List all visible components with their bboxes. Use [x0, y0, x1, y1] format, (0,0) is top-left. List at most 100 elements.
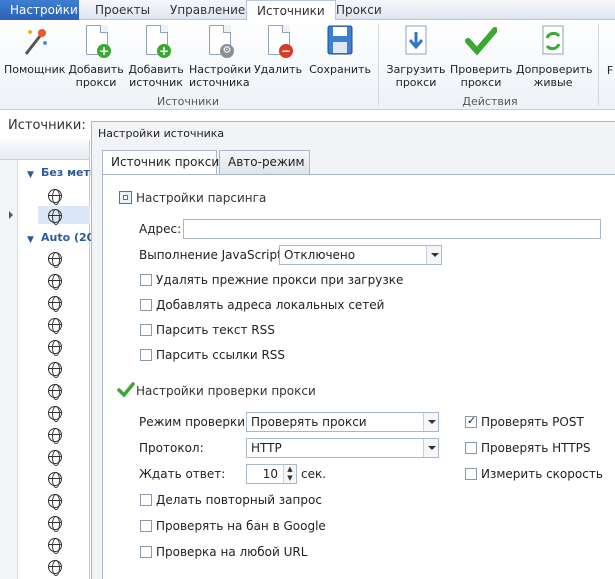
source-settings-dialog: Настройки источника Источник прокси Авто… — [91, 121, 615, 579]
check-https-checkbox[interactable] — [465, 442, 477, 454]
menu-bar: Настройки Проекты Управление Источники П… — [0, 0, 615, 21]
source-settings-button[interactable]: ⚙ Настройки источника — [189, 24, 251, 89]
globe-icon[interactable] — [48, 340, 62, 356]
tab-projects[interactable]: Проекты — [85, 0, 160, 20]
check-mode-value: Проверять прокси — [251, 415, 367, 429]
globe-icon[interactable] — [48, 252, 62, 268]
protocol-label: Протокол: — [139, 441, 204, 455]
ribbon: Помощник + Добавить прокси + Добавить ис… — [0, 20, 615, 110]
google-ban-checkbox[interactable] — [140, 520, 152, 532]
globe-icon[interactable] — [48, 209, 62, 225]
add-source-button[interactable]: + Добавить источник — [128, 24, 184, 89]
add-local-addresses-checkbox[interactable] — [140, 299, 152, 311]
javascript-select[interactable]: Отключено — [279, 245, 442, 265]
globe-icon[interactable] — [48, 274, 62, 290]
download-proxy-button[interactable]: Загрузить прокси — [385, 24, 447, 89]
wizard-button[interactable]: Помощник — [4, 24, 66, 76]
globe-icon[interactable] — [48, 538, 62, 554]
actions-group-label: Действия — [462, 95, 518, 108]
ribbon-separator — [598, 24, 599, 106]
check-post-label: Проверять POST — [481, 415, 584, 429]
tab-auto-mode[interactable]: Авто-режим — [219, 150, 310, 174]
address-input[interactable] — [183, 219, 601, 239]
parse-rss-text-checkbox[interactable] — [140, 324, 152, 336]
check-post-checkbox[interactable] — [465, 414, 477, 428]
ribbon-separator — [378, 24, 379, 106]
parse-rss-links-checkbox[interactable] — [140, 349, 152, 361]
any-url-checkbox[interactable] — [140, 546, 152, 558]
save-button[interactable]: Сохранить — [309, 24, 371, 76]
any-url-label: Проверка на любой URL — [156, 545, 308, 559]
checking-section-title: Настройки проверки прокси — [136, 384, 316, 398]
globe-icon[interactable] — [48, 406, 62, 422]
chevron-down-icon[interactable] — [423, 413, 438, 431]
check-icon — [465, 24, 498, 60]
globe-icon[interactable] — [48, 318, 62, 334]
recheck-alive-button[interactable]: Допроверить живые — [516, 24, 593, 89]
repeat-request-checkbox[interactable] — [140, 494, 152, 506]
collapse-icon[interactable]: ▼ — [27, 235, 34, 245]
google-ban-label: Проверять на бан в Google — [156, 519, 326, 533]
globe-icon[interactable] — [48, 494, 62, 510]
tree-row-headers — [0, 160, 18, 579]
globe-icon[interactable] — [48, 189, 62, 205]
parse-rss-links-label: Парсить ссылки RSS — [156, 348, 286, 362]
download-proxy-icon — [400, 24, 432, 60]
selected-row — [38, 206, 90, 224]
delete-icon: − — [262, 24, 294, 60]
measure-speed-checkbox[interactable] — [465, 468, 477, 480]
protocol-value: HTTP — [251, 441, 282, 455]
magic-wand-icon — [18, 24, 50, 60]
globe-icon[interactable] — [48, 516, 62, 532]
dialog-title: Настройки источника — [98, 127, 225, 140]
chevron-down-icon[interactable] — [423, 439, 438, 457]
parse-rss-text-label: Парсить текст RSS — [156, 323, 275, 337]
group-no-label[interactable]: Без метк — [41, 166, 97, 179]
remove-old-proxies-label: Удалять прежние прокси при загрузке — [156, 273, 404, 287]
add-proxy-button[interactable]: + Добавить прокси — [68, 24, 124, 89]
globe-icon[interactable] — [48, 472, 62, 488]
protocol-select[interactable]: HTTP — [246, 438, 439, 458]
group-auto[interactable]: Auto (20 — [41, 231, 94, 244]
ribbon-overflow-button[interactable]: F — [605, 64, 615, 77]
tab-sources[interactable]: Источники — [246, 0, 336, 21]
javascript-label: Выполнение JavaScript: — [139, 248, 286, 262]
source-settings-icon: ⚙ — [203, 24, 235, 60]
tab-management[interactable]: Управление — [160, 0, 255, 20]
tree-header — [0, 140, 89, 160]
sources-panel-title: Источники: — [8, 118, 86, 133]
tab-proxy-source[interactable]: Источник прокси — [102, 150, 219, 175]
globe-icon[interactable] — [48, 560, 62, 576]
wait-unit-label: сек. — [301, 467, 327, 481]
row-indicator-icon — [9, 211, 13, 219]
spinner-icon[interactable]: ▲ ▼ — [283, 465, 296, 483]
globe-icon[interactable] — [48, 428, 62, 444]
remove-old-proxies-checkbox[interactable] — [140, 274, 152, 286]
globe-icon[interactable] — [48, 450, 62, 466]
check-https-label: Проверять HTTPS — [481, 441, 591, 455]
chevron-down-icon[interactable] — [426, 246, 441, 264]
collapse-icon[interactable]: ▼ — [27, 170, 34, 180]
add-local-addresses-label: Добавлять адреса локальных сетей — [156, 298, 385, 312]
tab-settings[interactable]: Настройки — [0, 0, 79, 20]
wait-response-value: 10 — [262, 467, 278, 481]
wait-response-input[interactable]: 10 ▲ ▼ — [246, 464, 297, 484]
globe-icon[interactable] — [48, 296, 62, 312]
check-icon — [117, 382, 135, 401]
check-mode-select[interactable]: Проверять прокси — [246, 412, 439, 432]
sources-group-label: Источники — [156, 95, 220, 108]
proxy-source-panel: Настройки парсинга Адрес: Выполнение Jav… — [102, 174, 615, 579]
globe-icon[interactable] — [48, 384, 62, 400]
add-source-icon: + — [140, 24, 172, 60]
repeat-request-label: Делать повторный запрос — [156, 493, 322, 507]
globe-icon[interactable] — [48, 362, 62, 378]
measure-speed-label: Измерить скорость — [481, 467, 603, 481]
delete-button[interactable]: − Удалить — [252, 24, 304, 76]
wait-response-label: Ждать ответ: — [139, 467, 226, 481]
check-proxy-button[interactable]: Проверить прокси — [450, 24, 512, 89]
refresh-icon — [537, 24, 569, 60]
tab-proxies[interactable]: Прокси — [326, 0, 392, 20]
address-label: Адрес: — [139, 222, 182, 236]
wizard-label: Помощник — [4, 63, 66, 76]
check-mode-label: Режим проверки: — [139, 415, 250, 429]
